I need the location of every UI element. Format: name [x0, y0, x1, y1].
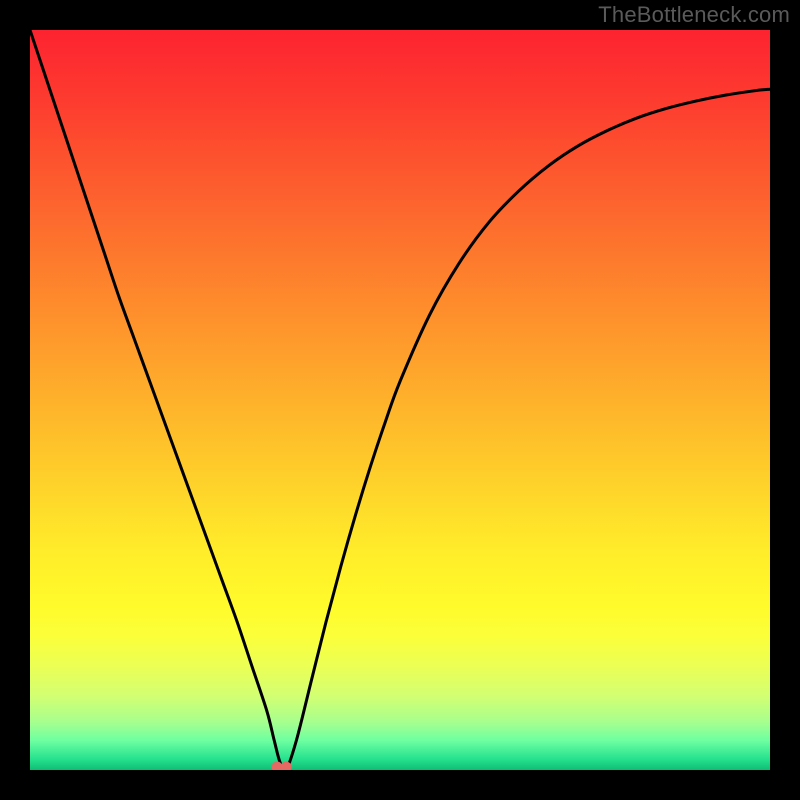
- bottleneck-chart: [30, 30, 770, 770]
- watermark-text: TheBottleneck.com: [598, 2, 790, 28]
- gradient-background: [30, 30, 770, 770]
- chart-frame: TheBottleneck.com: [0, 0, 800, 800]
- plot-area: [30, 30, 770, 770]
